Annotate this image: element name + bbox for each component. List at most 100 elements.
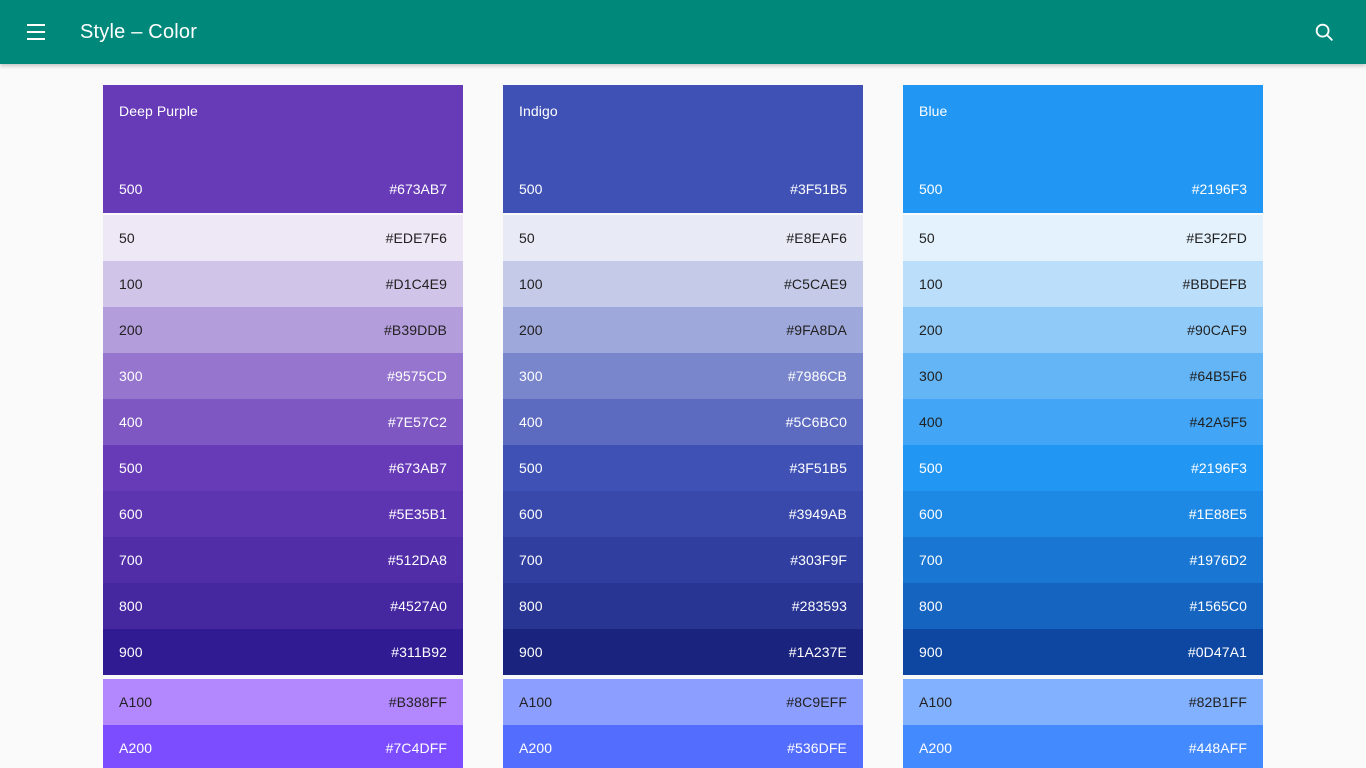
shade-row[interactable]: 800 #4527A0 xyxy=(103,583,463,629)
shade-label: 100 xyxy=(119,276,143,292)
shade-label: A200 xyxy=(519,740,553,756)
palette-name: Blue xyxy=(919,103,948,119)
shade-hex: #673AB7 xyxy=(389,181,447,197)
shade-hex: #1E88E5 xyxy=(1188,506,1247,522)
shade-label: A200 xyxy=(119,740,153,756)
shade-hex: #B388FF xyxy=(388,694,447,710)
shade-row[interactable]: 700 #1976D2 xyxy=(903,537,1263,583)
shade-hex: #3F51B5 xyxy=(790,181,847,197)
menu-line-2 xyxy=(27,31,45,33)
shade-row[interactable]: 300 #9575CD xyxy=(103,353,463,399)
menu-line-3 xyxy=(27,38,45,40)
shade-row[interactable]: 200 #9FA8DA xyxy=(503,307,863,353)
shade-label: 500 xyxy=(519,181,543,197)
palette-columns: Deep Purple 500 #673AB7 50 #EDE7F6 100 #D1C4E9… xyxy=(103,85,1263,768)
shade-label: 600 xyxy=(919,506,943,522)
shade-hex: #673AB7 xyxy=(388,460,447,476)
shade-row[interactable]: 900 #311B92 xyxy=(103,629,463,675)
shade-row[interactable]: A100 #8C9EFF xyxy=(503,679,863,725)
shade-label: A200 xyxy=(919,740,953,756)
shade-row[interactable]: 50 #E8EAF6 xyxy=(503,215,863,261)
shade-row[interactable]: 300 #64B5F6 xyxy=(903,353,1263,399)
shade-hex: #1976D2 xyxy=(1189,552,1247,568)
shade-label: 500 xyxy=(919,181,943,197)
hamburger-menu-icon[interactable] xyxy=(12,8,60,56)
shade-row[interactable]: 100 #C5CAE9 xyxy=(503,261,863,307)
primary-shade-group: 50 #E3F2FD 100 #BBDEFB 200 #90CAF9 300 #64B5F6 4… xyxy=(903,215,1263,675)
shade-row[interactable]: 400 #7E57C2 xyxy=(103,399,463,445)
shade-row[interactable]: 500 #673AB7 xyxy=(103,445,463,491)
menu-line-1 xyxy=(27,24,45,26)
palette-column-blue: Blue 500 #2196F3 50 #E3F2FD 100 #BBDEFB 200 #90C… xyxy=(903,85,1263,768)
shade-row[interactable]: 800 #1565C0 xyxy=(903,583,1263,629)
shade-label: 500 xyxy=(119,460,143,476)
shade-row[interactable]: A200 #448AFF xyxy=(903,725,1263,768)
accent-shade-group: A100 #B388FF A200 #7C4DFF xyxy=(103,679,463,768)
shade-row[interactable]: A100 #82B1FF xyxy=(903,679,1263,725)
shade-hex: #4527A0 xyxy=(390,598,447,614)
shade-row[interactable]: 100 #D1C4E9 xyxy=(103,261,463,307)
shade-hex: #5C6BC0 xyxy=(785,414,847,430)
shade-row[interactable]: A200 #7C4DFF xyxy=(103,725,463,768)
shade-hex: #BBDEFB xyxy=(1182,276,1247,292)
shade-label: 50 xyxy=(919,230,935,246)
shade-row[interactable]: A200 #536DFE xyxy=(503,725,863,768)
shade-label: 800 xyxy=(119,598,143,614)
shade-row[interactable]: 400 #5C6BC0 xyxy=(503,399,863,445)
shade-row[interactable]: 300 #7986CB xyxy=(503,353,863,399)
shade-row[interactable]: 700 #512DA8 xyxy=(103,537,463,583)
shade-row[interactable]: 500 #3F51B5 xyxy=(503,445,863,491)
shade-row[interactable]: 200 #B39DDB xyxy=(103,307,463,353)
shade-row[interactable]: 50 #E3F2FD xyxy=(903,215,1263,261)
palette-header-deep-purple[interactable]: Deep Purple 500 #673AB7 xyxy=(103,85,463,213)
shade-hex: #1A237E xyxy=(788,644,847,660)
shade-row[interactable]: 500 #2196F3 xyxy=(903,445,1263,491)
shade-hex: #1565C0 xyxy=(1189,598,1247,614)
shade-hex: #283593 xyxy=(791,598,847,614)
shade-hex: #303F9F xyxy=(790,552,847,568)
shade-row[interactable]: 800 #283593 xyxy=(503,583,863,629)
shade-hex: #8C9EFF xyxy=(786,694,847,710)
palette-header-indigo[interactable]: Indigo 500 #3F51B5 xyxy=(503,85,863,213)
shade-row[interactable]: 700 #303F9F xyxy=(503,537,863,583)
shade-row[interactable]: 100 #BBDEFB xyxy=(903,261,1263,307)
shade-row[interactable]: 600 #5E35B1 xyxy=(103,491,463,537)
shade-row[interactable]: 900 #0D47A1 xyxy=(903,629,1263,675)
shade-label: 900 xyxy=(919,644,943,660)
shade-row[interactable]: 50 #EDE7F6 xyxy=(103,215,463,261)
shade-hex: #82B1FF xyxy=(1188,694,1247,710)
shade-hex: #512DA8 xyxy=(387,552,447,568)
shade-label: 100 xyxy=(519,276,543,292)
shade-hex: #E8EAF6 xyxy=(786,230,847,246)
palette-header-blue[interactable]: Blue 500 #2196F3 xyxy=(903,85,1263,213)
palette-column-deep-purple: Deep Purple 500 #673AB7 50 #EDE7F6 100 #D1C4E9… xyxy=(103,85,463,768)
shade-row[interactable]: 200 #90CAF9 xyxy=(903,307,1263,353)
shade-label: 50 xyxy=(519,230,535,246)
accent-shade-group: A100 #8C9EFF A200 #536DFE xyxy=(503,679,863,768)
app-bar: Style – Color xyxy=(0,0,1366,64)
shade-hex: #2196F3 xyxy=(1191,460,1247,476)
shade-hex: #9FA8DA xyxy=(786,322,847,338)
shade-label: 600 xyxy=(519,506,543,522)
shade-label: 700 xyxy=(119,552,143,568)
shade-hex: #536DFE xyxy=(787,740,847,756)
shade-hex: #0D47A1 xyxy=(1187,644,1247,660)
shade-row[interactable]: 400 #42A5F5 xyxy=(903,399,1263,445)
shade-row[interactable]: 900 #1A237E xyxy=(503,629,863,675)
search-icon[interactable] xyxy=(1300,8,1348,56)
shade-label: 500 xyxy=(519,460,543,476)
shade-hex: #C5CAE9 xyxy=(784,276,847,292)
palette-header-row: 500 #3F51B5 xyxy=(519,181,847,213)
shade-hex: #9575CD xyxy=(387,368,447,384)
shade-hex: #90CAF9 xyxy=(1187,322,1247,338)
shade-row[interactable]: A100 #B388FF xyxy=(103,679,463,725)
shade-hex: #3F51B5 xyxy=(789,460,847,476)
shade-hex: #E3F2FD xyxy=(1186,230,1247,246)
shade-hex: #B39DDB xyxy=(384,322,447,338)
shade-hex: #3949AB xyxy=(788,506,847,522)
palette-name: Indigo xyxy=(519,103,558,119)
primary-shade-group: 50 #E8EAF6 100 #C5CAE9 200 #9FA8DA 300 #7986CB 4… xyxy=(503,215,863,675)
shade-row[interactable]: 600 #1E88E5 xyxy=(903,491,1263,537)
shade-hex: #311B92 xyxy=(391,644,447,660)
shade-row[interactable]: 600 #3949AB xyxy=(503,491,863,537)
